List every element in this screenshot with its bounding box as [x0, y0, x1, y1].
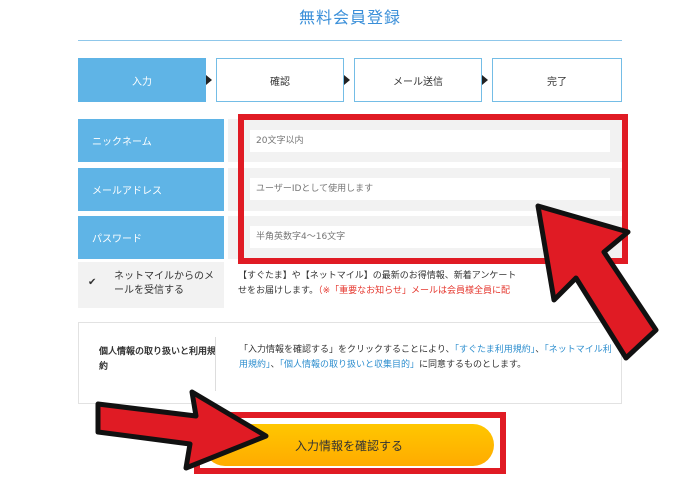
- nickname-label: ニックネーム: [78, 119, 224, 162]
- progress-steps: 入力 確認 メール送信 完了: [78, 58, 622, 102]
- step-mail-sent: メール送信: [354, 58, 482, 102]
- terms-text-part: に同意するものとします。: [419, 360, 527, 370]
- step-confirm: 確認: [216, 58, 344, 102]
- privacy-policy-link[interactable]: 「個人情報の取り扱いと収集目的」: [280, 360, 420, 370]
- optin-label: ネットマイルからのメールを受信する: [114, 271, 214, 296]
- title-divider: [78, 40, 622, 41]
- terms-text-part: 「入力情報を確認する」をクリックすることにより、: [239, 345, 455, 355]
- password-label: パスワード: [78, 216, 224, 259]
- optin-description: 【すぐたま】や【ネットマイル】の最新のお得情報、新着アンケート せをお届けします…: [238, 269, 618, 299]
- terms-text-part: 、: [270, 360, 280, 370]
- terms-label: 個人情報の取り扱いと利用規約: [99, 347, 217, 372]
- step-arrow-icon: [344, 75, 350, 85]
- sugutama-terms-link[interactable]: 「すぐたま利用規約」: [454, 345, 535, 355]
- mail-optin-checkbox[interactable]: ✔: [88, 278, 98, 288]
- optin-text-line2: せをお届けします。: [238, 286, 319, 296]
- email-label: メールアドレス: [78, 168, 224, 211]
- terms-text-part: 、: [535, 345, 545, 355]
- email-input[interactable]: [250, 178, 610, 200]
- step-arrow-icon: [206, 75, 212, 85]
- optin-cell: ✔ ネットマイルからのメールを受信する: [78, 262, 224, 308]
- terms-box: 個人情報の取り扱いと利用規約 「入力情報を確認する」をクリックすることにより、「…: [78, 322, 622, 404]
- step-input: 入力: [78, 58, 206, 102]
- terms-divider: [215, 337, 216, 391]
- page-title: 無料会員登録: [298, 8, 401, 27]
- terms-text: 「入力情報を確認する」をクリックすることにより、「すぐたま利用規約」、「ネットマ…: [239, 343, 613, 373]
- step-complete: 完了: [492, 58, 622, 102]
- optin-notice: （※「重要なお知らせ」メールは会員様全員に配: [318, 286, 510, 296]
- nickname-input[interactable]: [250, 130, 610, 152]
- password-input[interactable]: [250, 226, 610, 248]
- mail-optin-row: ✔ ネットマイルからのメールを受信する 【すぐたま】や【ネットマイル】の最新のお…: [78, 262, 622, 308]
- step-arrow-icon: [482, 75, 488, 85]
- confirm-input-button[interactable]: 入力情報を確認する: [204, 424, 494, 466]
- optin-text-line1: 【すぐたま】や【ネットマイル】の最新のお得情報、新着アンケート: [238, 271, 517, 281]
